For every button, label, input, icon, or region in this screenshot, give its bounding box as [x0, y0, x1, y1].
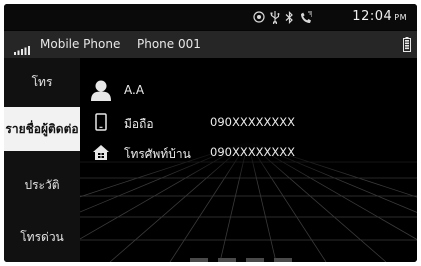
- bluetooth-icon: [285, 10, 294, 24]
- status-bar: 12:04 PM: [4, 4, 417, 30]
- sidebar-item-contacts[interactable]: รายชื่อผู้ติดต่อ: [4, 107, 80, 151]
- usb-icon: [270, 10, 280, 24]
- clock: 12:04 PM: [352, 9, 407, 24]
- contact-entry-row[interactable]: มือถือ 090XXXXXXXX: [80, 110, 417, 134]
- contact-name-row: A.A: [80, 80, 417, 105]
- device-name: Mobile Phone: [40, 37, 121, 51]
- sidebar-item-label: ประวัติ: [24, 177, 60, 192]
- sidebar-item-call[interactable]: โทร: [4, 60, 80, 104]
- phone-header: Mobile Phone Phone 001: [4, 31, 417, 58]
- entry-number: 090XXXXXXXX: [210, 145, 295, 159]
- contact-entry-row[interactable]: โทรศัพท์บ้าน 090XXXXXXXX: [80, 140, 417, 164]
- entry-label: มือถือ: [124, 117, 154, 131]
- sidebar-item-label: โทร: [31, 74, 53, 89]
- sidebar-item-label: รายชื่อผู้ติดต่อ: [5, 121, 79, 136]
- battery-icon: [403, 37, 411, 56]
- phone-screen: 12:04 PM Mobile Phone Phone 001 โทร รายชื…: [4, 4, 417, 262]
- clock-ampm: PM: [394, 13, 407, 22]
- clock-time: 12:04: [352, 9, 393, 24]
- sidebar: โทร รายชื่อผู้ติดต่อ ประวัติ โทรด่วน: [4, 58, 80, 262]
- sidebar-item-history[interactable]: ประวัติ: [4, 163, 80, 207]
- phone-name: Phone 001: [137, 37, 201, 51]
- contact-name: A.A: [124, 83, 145, 97]
- navigation-icon: [253, 11, 265, 23]
- sidebar-item-speed-dial[interactable]: โทรด่วน: [4, 215, 80, 259]
- entry-number: 090XXXXXXXX: [210, 115, 295, 129]
- person-icon: [89, 77, 113, 103]
- entry-label: โทรศัพท์บ้าน: [124, 147, 191, 161]
- mobile-phone-icon: [90, 111, 112, 133]
- phone-signal-icon: [299, 11, 313, 24]
- status-icons: [253, 10, 313, 24]
- sidebar-item-label: โทรด่วน: [20, 229, 64, 244]
- contact-detail: A.A มือถือ 090XXXXXXXX โทรศัพท์บ้าน 090X…: [80, 58, 417, 262]
- signal-strength-icon: [14, 40, 30, 59]
- home-icon: [90, 141, 112, 163]
